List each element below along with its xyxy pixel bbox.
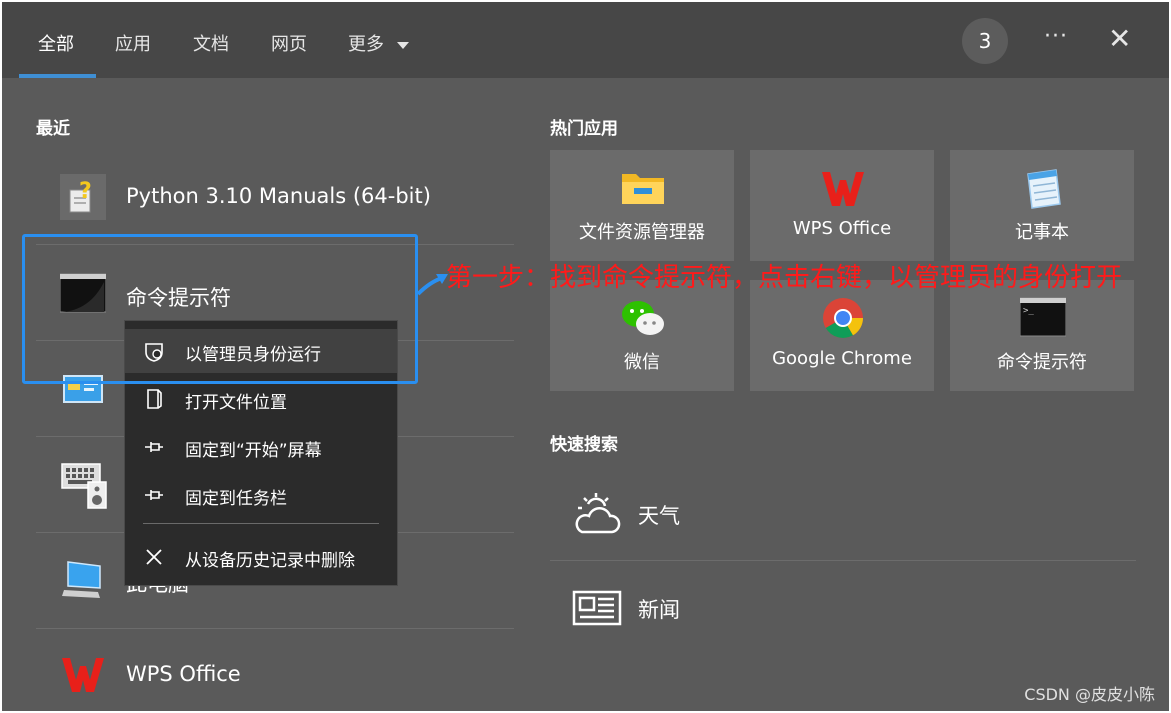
active-tab-indicator (19, 74, 96, 78)
tile-wps-office[interactable]: WPS Office (750, 150, 934, 261)
news-icon (572, 590, 622, 626)
menu-item-pin-to-taskbar[interactable]: 固定到任务栏 (125, 473, 397, 517)
tab-documents[interactable]: 文档 (193, 30, 229, 56)
divider (36, 628, 514, 629)
menu-separator (143, 523, 379, 524)
quick-search-weather[interactable]: 天气 (550, 468, 1136, 558)
svg-text:?: ? (79, 179, 92, 204)
chrome-icon (823, 298, 863, 338)
annotation-arrow-icon (416, 274, 448, 296)
folder-icon (622, 174, 664, 204)
top-apps-title: 热门应用 (550, 119, 618, 139)
tab-all[interactable]: 全部 (38, 30, 74, 56)
search-header: 全部 应用 文档 网页 更多 3 ··· ✕ (2, 2, 1169, 78)
quick-search-news[interactable]: 新闻 (550, 562, 1136, 652)
recent-item-python-manuals[interactable]: ? Python 3.10 Manuals (64-bit) (36, 168, 514, 230)
menu-item-label: 固定到“开始”屏幕 (185, 441, 322, 461)
menu-item-pin-to-start[interactable]: 固定到“开始”屏幕 (125, 425, 397, 469)
annotation-highlight-box (22, 234, 418, 384)
quick-search-title: 快速搜索 (550, 435, 618, 455)
folder-open-icon (147, 389, 162, 409)
wps-icon (822, 172, 864, 206)
tile-notepad[interactable]: 记事本 (950, 150, 1134, 261)
wps-icon (62, 658, 104, 692)
tile-file-explorer[interactable]: 文件资源管理器 (550, 150, 734, 261)
keyboard-speaker-icon (61, 463, 107, 509)
rewards-badge[interactable]: 3 (962, 18, 1008, 64)
tab-more[interactable]: 更多 (348, 30, 410, 56)
more-options-icon[interactable]: ··· (1044, 24, 1068, 49)
menu-item-label: 从设备历史记录中删除 (185, 551, 355, 571)
tile-label: WPS Office (792, 218, 892, 239)
tab-web[interactable]: 网页 (271, 30, 307, 56)
divider (550, 560, 1136, 561)
tile-label: Google Chrome (772, 348, 912, 369)
search-window: 全部 应用 文档 网页 更多 3 ··· ✕ 最近 ? Python 3.10 … (2, 2, 1169, 711)
wechat-icon (622, 301, 664, 335)
notepad-icon (1027, 169, 1061, 209)
help-document-icon: ? (60, 174, 106, 220)
menu-item-remove-from-history[interactable]: 从设备历史记录中删除 (125, 535, 397, 579)
tile-label: 文件资源管理器 (579, 222, 705, 243)
tile-label: 记事本 (1015, 222, 1069, 243)
svg-text:>_: >_ (1023, 306, 1034, 316)
weather-icon (575, 493, 621, 534)
recent-item-label: WPS Office (126, 662, 241, 686)
quick-search-label: 天气 (638, 504, 680, 528)
tile-label: 微信 (624, 352, 660, 373)
chevron-down-icon (396, 42, 409, 49)
menu-item-label: 打开文件位置 (185, 393, 287, 413)
recent-title: 最近 (36, 119, 70, 139)
menu-item-label: 固定到任务栏 (185, 489, 287, 509)
watermark: CSDN @皮皮小陈 (1024, 685, 1155, 704)
annotation-text: 第一步：找到命令提示符，点击右键，以管理员的身份打开 (446, 263, 1123, 293)
command-prompt-icon: >_ (1020, 297, 1066, 337)
computer-icon (62, 561, 101, 598)
recent-item-label: Python 3.10 Manuals (64-bit) (126, 184, 431, 208)
tab-apps[interactable]: 应用 (115, 30, 151, 56)
recent-item-wps-office[interactable]: WPS Office (36, 642, 514, 704)
tile-label: 命令提示符 (997, 352, 1087, 373)
close-icon (146, 549, 162, 565)
pin-icon (145, 442, 163, 452)
pin-icon (145, 490, 163, 500)
tab-more-label: 更多 (348, 34, 384, 55)
close-icon[interactable]: ✕ (1108, 22, 1131, 55)
quick-search-label: 新闻 (638, 598, 680, 622)
